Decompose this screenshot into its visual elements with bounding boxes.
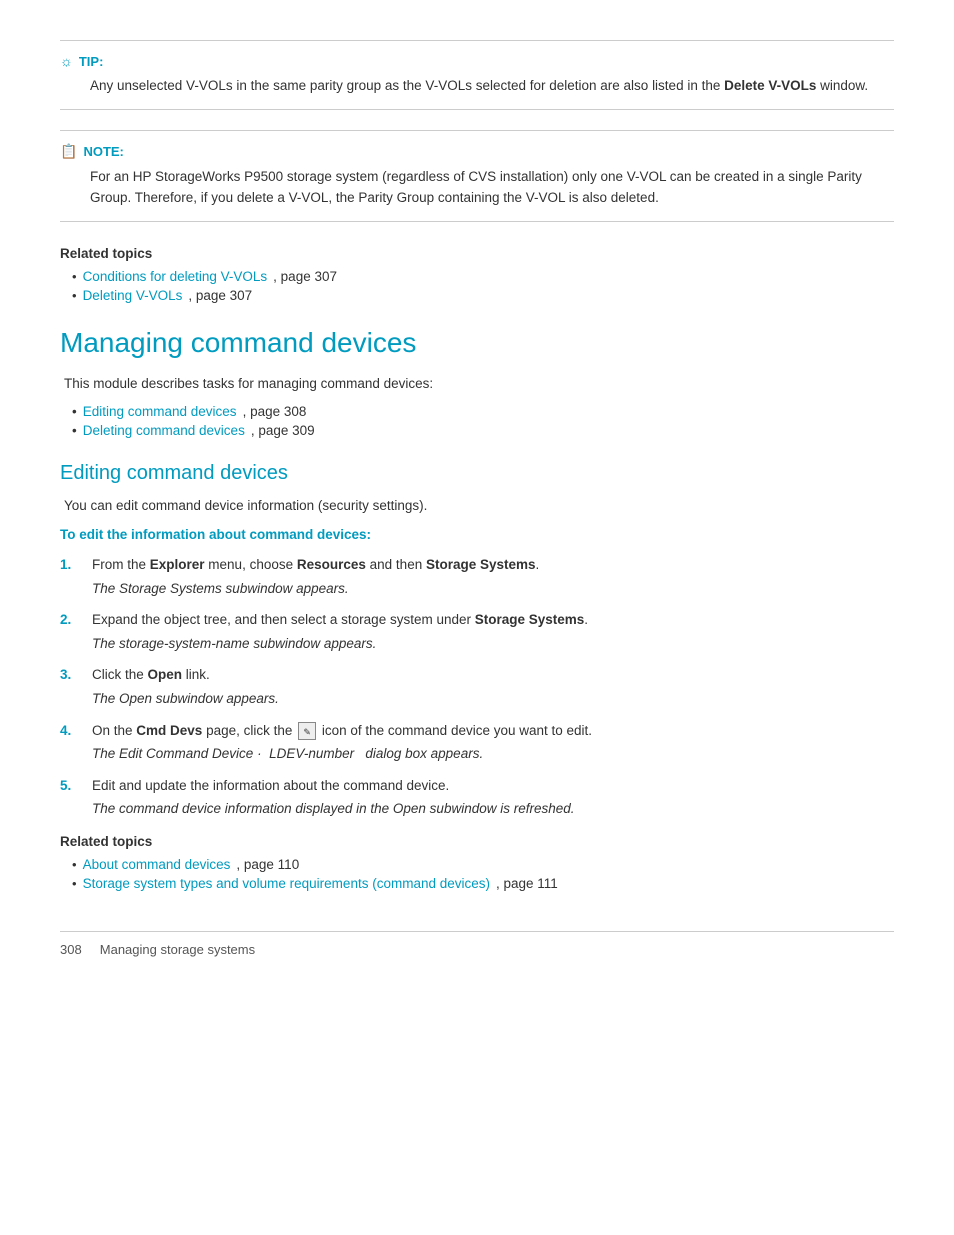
page-ref: , page 309 [251,423,315,438]
list-item: Deleting V-VOLs , page 307 [72,288,894,303]
managing-section-title: Managing command devices [60,327,894,359]
bold-storage-systems-2: Storage Systems [475,612,585,627]
edit-icon: ✎ [298,722,316,740]
list-item: Editing command devices , page 308 [72,404,894,419]
tip-text-part2: window. [816,78,868,93]
note-title: NOTE: [83,144,123,159]
bold-open: Open [148,667,183,682]
deleting-command-devices-link[interactable]: Deleting command devices [83,423,245,438]
step-1: 1. From the Explorer menu, choose Resour… [60,554,894,599]
list-item: Deleting command devices , page 309 [72,423,894,438]
bold-storage-systems: Storage Systems [426,557,536,572]
list-item: Storage system types and volume requirem… [72,876,894,891]
step-sub-2: The storage-system-name subwindow appear… [92,633,894,655]
note-text: For an HP StorageWorks P9500 storage sys… [60,166,894,209]
step-num-3: 3. [60,664,78,686]
step-body-4: On the Cmd Devs page, click the ✎ icon o… [92,720,894,765]
managing-body-text: This module describes tasks for managing… [60,373,894,395]
tip-title: TIP: [79,54,104,69]
related-topics-2-list: About command devices , page 110 Storage… [60,857,894,891]
about-command-devices-link[interactable]: About command devices [83,857,231,872]
related-topics-1: Related topics Conditions for deleting V… [60,246,894,303]
footer-text: Managing storage systems [100,942,255,957]
page-ref: , page 307 [188,288,252,303]
step-num-2: 2. [60,609,78,631]
step-3: 3. Click the Open link. The Open subwind… [60,664,894,709]
step-5: 5. Edit and update the information about… [60,775,894,820]
tip-box: ☼ TIP: Any unselected V-VOLs in the same… [60,40,894,110]
editing-body-text: You can edit command device information … [60,495,894,517]
page-ref: , page 307 [273,269,337,284]
footer-bar: 308 Managing storage systems [60,931,894,957]
steps-list: 1. From the Explorer menu, choose Resour… [60,554,894,820]
note-label: 📋 NOTE: [60,143,894,160]
page-ref: , page 111 [496,876,558,891]
tip-text: Any unselected V-VOLs in the same parity… [60,75,894,97]
related-topics-1-title: Related topics [60,246,894,261]
step-sub-4: The Edit Command Device · LDEV-number di… [92,743,894,765]
conditions-link[interactable]: Conditions for deleting V-VOLs [83,269,268,284]
step-body-3: Click the Open link. The Open subwindow … [92,664,894,709]
note-box: 📋 NOTE: For an HP StorageWorks P9500 sto… [60,130,894,222]
managing-links: Editing command devices , page 308 Delet… [60,404,894,438]
deleting-vvols-link[interactable]: Deleting V-VOLs [83,288,183,303]
step-num-5: 5. [60,775,78,797]
step-body-1: From the Explorer menu, choose Resources… [92,554,894,599]
related-topics-2-title: Related topics [60,834,894,849]
step-body-2: Expand the object tree, and then select … [92,609,894,654]
editing-sub-heading: To edit the information about command de… [60,527,894,542]
step-num-1: 1. [60,554,78,576]
step-sub-1: The Storage Systems subwindow appears. [92,578,894,600]
list-item: About command devices , page 110 [72,857,894,872]
bold-resources: Resources [297,557,366,572]
step-2: 2. Expand the object tree, and then sele… [60,609,894,654]
editing-section-title: Editing command devices [60,462,894,485]
step-sub-5: The command device information displayed… [92,798,894,820]
step-num-4: 4. [60,720,78,742]
bold-explorer: Explorer [150,557,205,572]
list-item: Conditions for deleting V-VOLs , page 30… [72,269,894,284]
related-topics-1-list: Conditions for deleting V-VOLs , page 30… [60,269,894,303]
bold-cmd-devs: Cmd Devs [136,723,202,738]
step-4: 4. On the Cmd Devs page, click the ✎ ico… [60,720,894,765]
page-ref: , page 110 [236,857,299,872]
tip-text-part1: Any unselected V-VOLs in the same parity… [90,78,724,93]
tip-bold: Delete V-VOLs [724,78,816,93]
note-icon: 📋 [60,143,77,160]
page-ref: , page 308 [243,404,307,419]
related-topics-2: Related topics About command devices , p… [60,834,894,891]
tip-icon: ☼ [60,53,73,69]
footer-page-num: 308 [60,942,82,957]
editing-command-devices-link[interactable]: Editing command devices [83,404,237,419]
storage-system-types-link[interactable]: Storage system types and volume requirem… [83,876,490,891]
step-body-5: Edit and update the information about th… [92,775,894,820]
tip-label: ☼ TIP: [60,53,894,69]
step-sub-3: The Open subwindow appears. [92,688,894,710]
